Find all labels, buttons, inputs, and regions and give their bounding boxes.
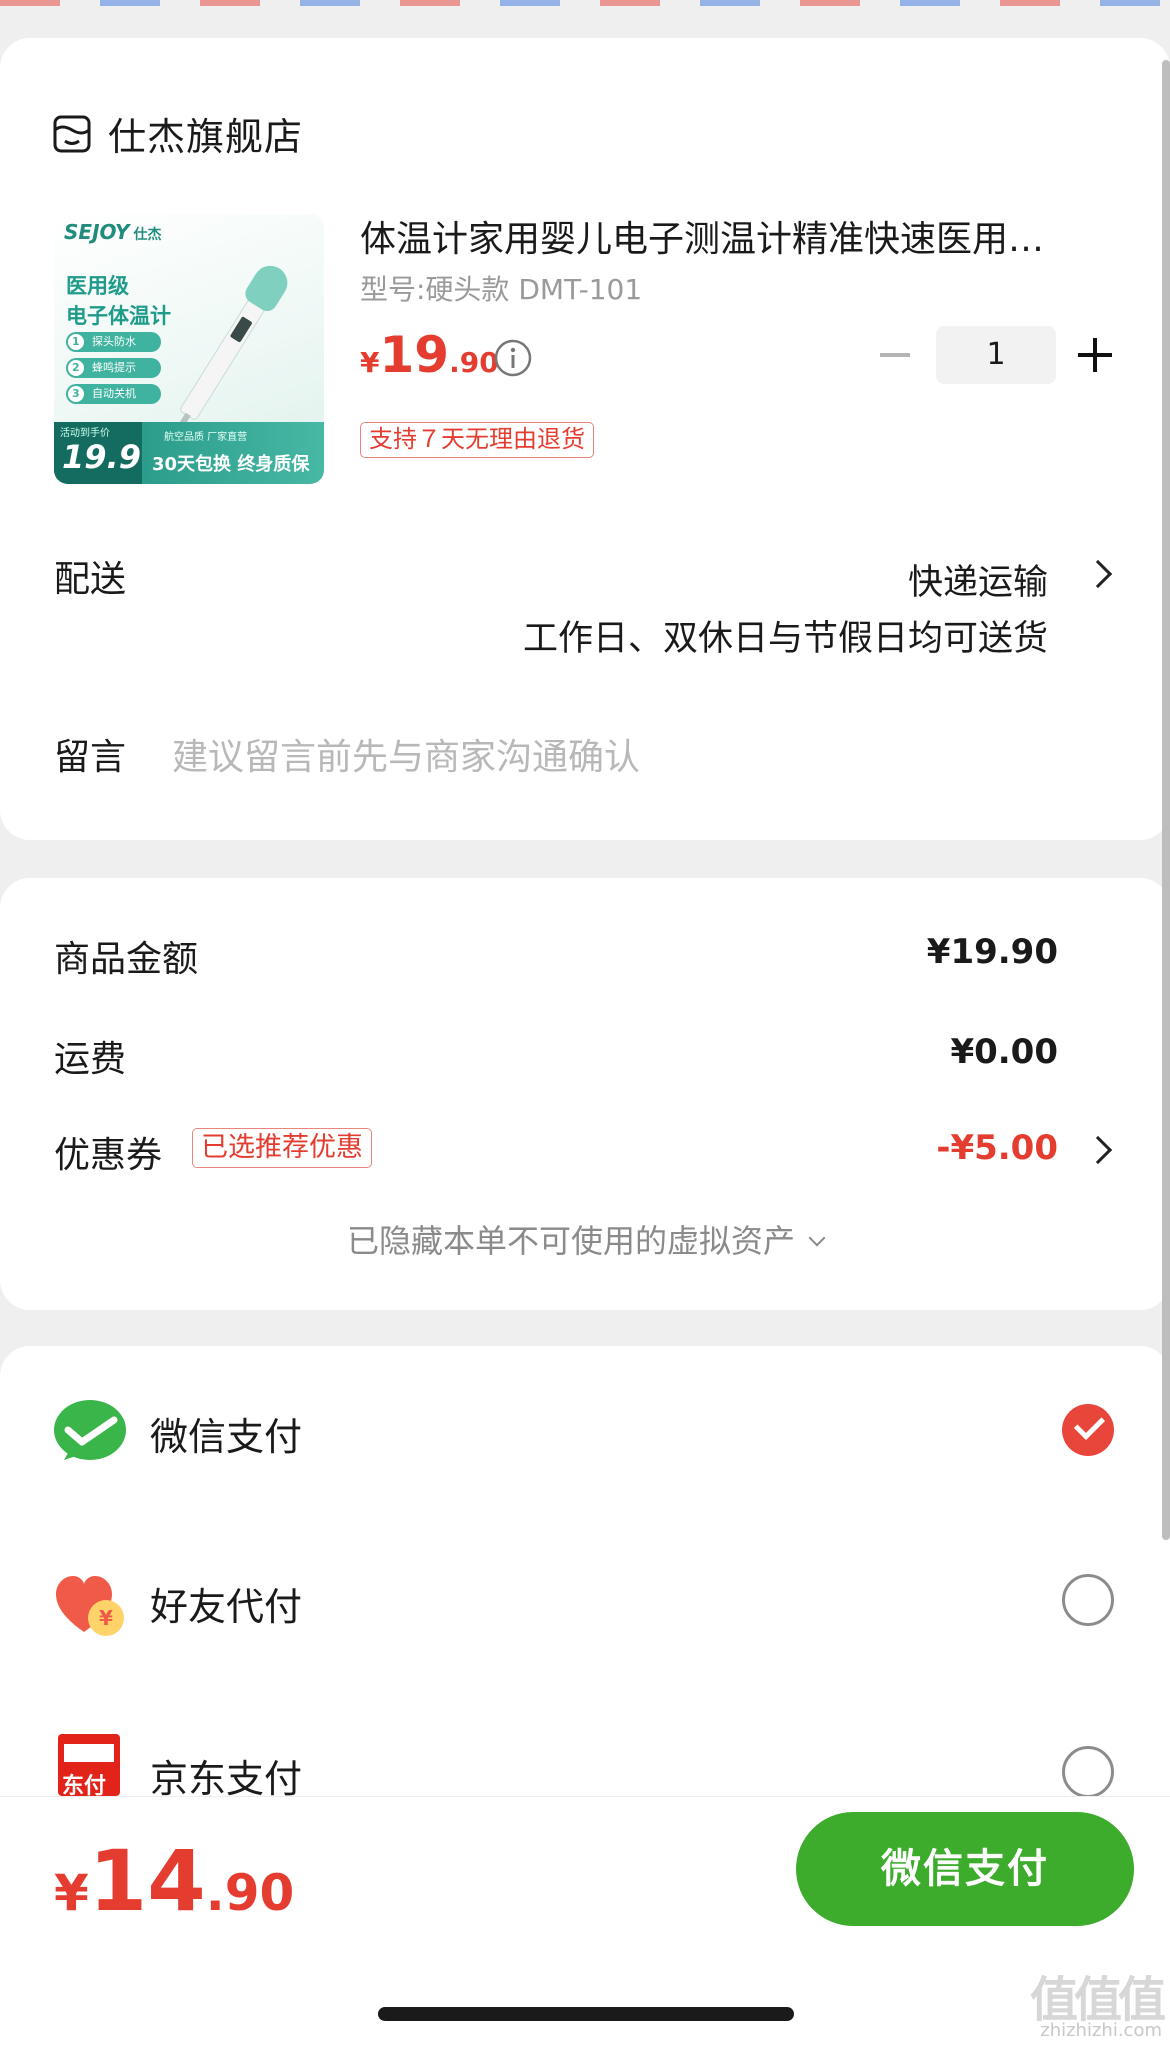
info-icon[interactable]	[493, 338, 533, 378]
product-model[interactable]: 型号:硬头款 DMT-101	[360, 268, 642, 308]
store-name: 仕杰旗舰店	[108, 115, 304, 159]
store-icon	[53, 115, 91, 152]
home-indicator[interactable]	[378, 2007, 794, 2021]
product-image-feature: 2 蜂鸣提示	[66, 358, 161, 378]
friend-pay-radio[interactable]	[1062, 1574, 1114, 1626]
product-image-feature: 1 探头防水	[66, 332, 161, 352]
message-input[interactable]: 建议留言前先与商家沟通确认	[172, 728, 640, 780]
goods-amount-label: 商品金额	[54, 939, 199, 980]
scrollbar[interactable]	[1162, 60, 1170, 1540]
svg-text:¥: ¥	[99, 1606, 113, 1630]
payment-option-label: 京东支付	[150, 1757, 303, 1801]
top-decor-stripe	[0, 0, 1170, 6]
jd-pay-icon: 东付	[58, 1734, 120, 1796]
return-policy-badge: 支持７天无理由退货	[360, 422, 594, 458]
coupon-value[interactable]: -¥5.00	[936, 1128, 1058, 1168]
quantity-increase-button[interactable]	[1078, 338, 1112, 372]
wechat-pay-icon	[54, 1400, 126, 1460]
product-title[interactable]: 体温计家用婴儿电子测温计精准快速医用…	[360, 210, 1120, 262]
pay-button[interactable]: 微信支付	[796, 1812, 1134, 1926]
payment-option-label: 好友代付	[150, 1585, 303, 1629]
watermark-url: zhizhizhi.com	[1040, 2020, 1162, 2041]
total-price: ¥14.90	[54, 1832, 295, 1930]
product-image-feature: 3 自动关机	[66, 384, 161, 404]
quantity-input[interactable]: 1	[936, 326, 1056, 384]
product-image-title-2: 电子体温计	[66, 304, 171, 328]
hidden-assets-toggle[interactable]: 已隐藏本单不可使用的虚拟资产	[0, 1216, 1170, 1262]
message-label: 留言	[54, 737, 127, 778]
thermometer-illustration	[164, 259, 294, 438]
coupon-selected-badge[interactable]: 已选推荐优惠	[192, 1128, 372, 1168]
delivery-note: 工作日、双休日与节假日均可送货	[522, 619, 1048, 659]
jd-pay-radio[interactable]	[1062, 1746, 1114, 1798]
goods-amount-value: ¥19.90	[926, 932, 1058, 972]
friend-pay-icon: ¥	[56, 1576, 124, 1636]
quantity-decrease-button[interactable]	[880, 353, 910, 357]
product-price: ¥19.90	[360, 326, 499, 384]
store-header[interactable]: 仕杰旗舰店	[52, 106, 303, 161]
shipping-fee-value: ¥0.00	[950, 1032, 1058, 1072]
coupon-label: 优惠券	[54, 1135, 163, 1176]
payment-option-friend[interactable]: ¥ 好友代付	[0, 1540, 1170, 1660]
payment-option-label: 微信支付	[150, 1415, 303, 1459]
shipping-fee-label: 运费	[54, 1039, 127, 1080]
wechat-pay-radio[interactable]	[1062, 1404, 1114, 1456]
product-image-brand: SEJOY 仕杰	[64, 220, 162, 244]
product-image[interactable]: SEJOY 仕杰 医用级 电子体温计 1 探头防水 2 蜂鸣提示 3 自动关机 活动到手…	[54, 214, 324, 484]
product-image-banner: 活动到手价 19.9 航空品质 厂家直营 30天包换 终身质保	[54, 422, 324, 484]
product-image-title-1: 医用级	[66, 274, 129, 298]
payment-option-wechat[interactable]: 微信支付	[0, 1370, 1170, 1490]
delivery-method[interactable]: 快递运输	[908, 554, 1048, 605]
delivery-label: 配送	[54, 559, 127, 600]
chevron-down-icon	[808, 1229, 826, 1247]
